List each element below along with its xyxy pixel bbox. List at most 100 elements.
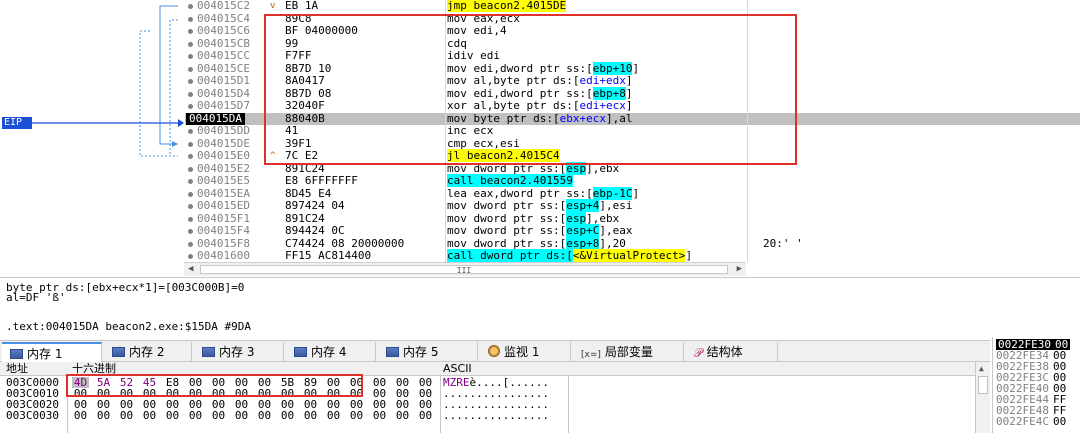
tab-label: 内存 1 <box>27 347 63 361</box>
info-line-location: .text:004015DA beacon2.exe:$15DA #9DA <box>6 320 252 333</box>
dump-byte[interactable]: 00 <box>95 410 112 421</box>
memory-icon <box>202 347 215 357</box>
instruction-address: 004015DD <box>197 124 250 137</box>
tab-label: 局部变量 <box>604 345 653 359</box>
instruction-address: 004015C6 <box>197 24 250 37</box>
stack-row[interactable]: 0022FE4C 00 <box>996 416 1066 427</box>
tab-3[interactable]: 内存 3 <box>194 342 284 362</box>
tab-7[interactable]: [x=] 局部变量 <box>573 342 684 362</box>
dump-address: 003C0030 <box>6 409 59 422</box>
instruction-address: 004015CC <box>197 49 250 62</box>
dump-byte[interactable]: 00 <box>187 410 204 421</box>
tab-1[interactable]: 内存 1 <box>2 342 102 363</box>
scroll-left-icon[interactable]: ◀ <box>188 264 193 274</box>
info-line-register: al=DF 'ß' <box>6 291 66 304</box>
watch-icon <box>488 345 500 357</box>
instruction-segment: call dword ptr ds:[ <box>447 249 573 262</box>
instruction-segment: lea eax,dword ptr ss:[ <box>447 186 593 200</box>
dump-vertical-scrollbar[interactable]: ▲ <box>975 362 990 433</box>
stack-address: 0022FE4C <box>996 415 1049 428</box>
instruction-row[interactable]: 004015ED 897424 04 mov dword ptr ss:[esp+4… <box>185 199 1080 213</box>
instruction-segment: esp+4 <box>566 199 600 212</box>
stack-pane[interactable]: 0022FE30 00 0022FE34 00 0022FE38 00 0022FE3C 00… <box>992 337 1080 433</box>
horizontal-scrollbar[interactable]: ◀ III ▶ <box>184 262 746 276</box>
instruction-row[interactable]: 004015C2 v EB 1A jmp beacon2.4015DE <box>185 0 1080 13</box>
memory-dump-pane[interactable]: 地址 十六进制 ASCII 003C0000 4D 5A 52 45 E8 00 00 00 00… <box>0 362 990 433</box>
tab-5[interactable]: 内存 5 <box>378 342 478 362</box>
instruction-address: 004015D7 <box>197 99 250 112</box>
memory-icon <box>112 347 125 357</box>
memory-icon <box>294 347 307 357</box>
dump-byte[interactable]: 00 <box>233 410 250 421</box>
instruction-segment: mov dword ptr ss:[ <box>447 236 567 250</box>
info-pane: byte ptr ds:[ebx+ecx*1]=[003C000B]=0 al=… <box>0 277 1080 339</box>
instruction-address: 004015ED <box>197 199 250 212</box>
dump-byte[interactable]: 00 <box>417 410 434 421</box>
disassembly-pane[interactable]: EIP 004015C2 v EB 1A jmp beacon2.4015DE 0040… <box>0 0 1080 262</box>
instruction-address: 004015C2 <box>197 0 250 12</box>
instruction-bytes: 894424 0C <box>285 224 345 237</box>
instruction-segment: <&VirtualProtect> <box>572 249 686 262</box>
tab-label: 内存 4 <box>311 345 347 359</box>
instruction-segment: ] <box>685 249 693 262</box>
dump-row[interactable]: 003C0030 00 00 00 00 00 00 00 00 00 00 00 00 00 00 00 00… <box>0 410 975 421</box>
instruction-segment: mov dword ptr ss:[ <box>447 199 567 212</box>
dump-byte[interactable]: 00 <box>302 410 319 421</box>
col-ascii-header: ASCII <box>443 362 472 375</box>
instruction-segment: ebp-1C <box>592 186 633 200</box>
scroll-grip: III <box>456 266 472 275</box>
dump-byte[interactable]: 00 <box>394 410 411 421</box>
col-address-header: 地址 <box>6 362 28 375</box>
instruction-address: 004015E5 <box>197 174 250 187</box>
instruction-bytes: FF15 AC814400 <box>285 249 372 262</box>
instruction-segment: esp <box>566 211 587 225</box>
dump-byte[interactable]: 00 <box>141 410 158 421</box>
instruction-bytes: 897424 04 <box>285 199 345 212</box>
instruction-row[interactable]: 004015F4 894424 0C mov dword ptr ss:[esp+C… <box>185 224 1080 238</box>
dump-byte[interactable]: 00 <box>348 410 365 421</box>
dump-byte[interactable]: 00 <box>325 410 342 421</box>
memory-icon <box>386 347 399 357</box>
tab-4[interactable]: 内存 4 <box>286 342 376 362</box>
annotation-box-dump <box>66 374 363 397</box>
tab-2[interactable]: 内存 2 <box>104 342 192 362</box>
dump-byte[interactable]: 00 <box>164 410 181 421</box>
local-vars-icon: [x=] <box>581 350 601 360</box>
dump-byte[interactable]: 00 <box>72 410 89 421</box>
dump-ascii[interactable]: ................ <box>443 410 549 421</box>
tab-8[interactable]: 𝒫 结构体 <box>686 342 778 362</box>
jump-arrows <box>32 5 184 157</box>
instruction-address: 004015D1 <box>197 74 250 87</box>
instruction-text: call dword ptr ds:[<&VirtualProtect>] <box>447 249 693 262</box>
instruction-segment: ],eax <box>599 224 633 237</box>
tab-label: 监视 1 <box>504 345 540 359</box>
instruction-segment: call beacon2.401559 <box>447 174 573 187</box>
dump-byte[interactable]: 00 <box>118 410 135 421</box>
annotation-box-code <box>264 14 797 165</box>
instruction-address: 004015F4 <box>197 224 250 237</box>
instruction-segment: esp+C <box>566 224 600 237</box>
instruction-segment: ],20 <box>599 236 626 250</box>
dump-tab-bar: 内存 1 内存 2 内存 3 内存 4 内存 5 监视 1 [x=] 局部变量 𝒫 结构体 <box>0 340 990 363</box>
scroll-thumb[interactable]: III <box>200 265 728 275</box>
jump-marker-icon: v <box>270 1 276 11</box>
tab-label: 内存 2 <box>129 345 165 359</box>
instruction-row[interactable]: 00401600 FF15 AC814400 call dword ptr ds:[… <box>185 249 1080 262</box>
memory-icon <box>10 349 23 359</box>
instruction-segment: jmp beacon2.4015DE <box>447 0 567 12</box>
instruction-segment: ],esi <box>599 199 633 212</box>
dump-byte[interactable]: 00 <box>210 410 227 421</box>
dump-byte[interactable]: 00 <box>279 410 296 421</box>
tab-label: 内存 3 <box>219 345 255 359</box>
instruction-comment: 20:' ' <box>763 236 803 250</box>
dump-byte[interactable]: 00 <box>256 410 273 421</box>
tab-6[interactable]: 监视 1 <box>480 342 571 362</box>
scroll-thumb[interactable] <box>978 376 988 394</box>
scroll-up-icon[interactable]: ▲ <box>979 364 984 373</box>
stack-value: 00 <box>1052 415 1067 428</box>
instruction-address: 00401600 <box>197 249 250 262</box>
dump-byte[interactable]: 00 <box>371 410 388 421</box>
scroll-right-icon[interactable]: ▶ <box>737 264 742 274</box>
tab-label: 内存 5 <box>403 345 439 359</box>
eip-label: EIP <box>2 117 32 129</box>
